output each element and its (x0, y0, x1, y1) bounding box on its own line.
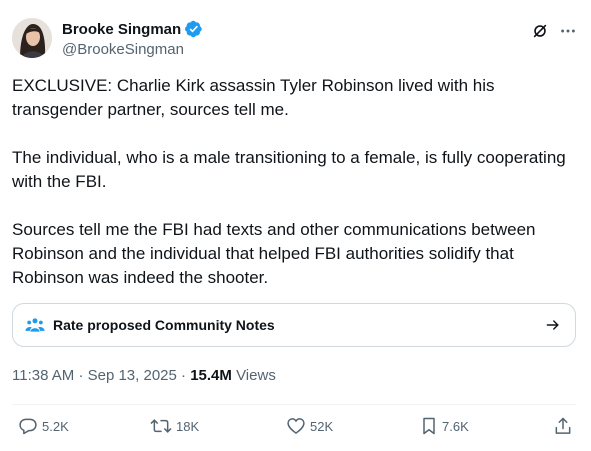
community-notes-icon (25, 316, 45, 334)
share-button[interactable] (553, 416, 573, 436)
repost-count: 18K (176, 418, 200, 434)
views-count: 15.4M (190, 367, 232, 384)
grok-icon[interactable] (531, 22, 549, 40)
reply-icon (18, 416, 38, 436)
verified-badge-icon (185, 20, 203, 38)
meta-separator: · (78, 367, 84, 384)
tweet: Brooke Singman @BrookeSingman EXCLUSIVE:… (0, 0, 591, 451)
bookmark-count: 7.6K (442, 418, 469, 434)
repost-button[interactable]: 18K (150, 416, 199, 436)
top-actions (531, 22, 577, 40)
more-icon[interactable] (559, 22, 577, 40)
tweet-paragraph: EXCLUSIVE: Charlie Kirk assassin Tyler R… (12, 76, 495, 119)
tweet-time[interactable]: 11:38 AM (12, 367, 74, 384)
community-notes-label: Rate proposed Community Notes (53, 317, 275, 333)
arrow-right-icon (545, 317, 561, 333)
community-notes-button[interactable]: Rate proposed Community Notes (12, 303, 576, 347)
bookmark-button[interactable]: 7.6K (420, 416, 469, 436)
views-label: Views (236, 367, 276, 384)
tweet-date[interactable]: Sep 13, 2025 (88, 367, 177, 384)
name-row: Brooke Singman (62, 19, 203, 39)
divider (12, 404, 576, 405)
handle[interactable]: @BrookeSingman (62, 41, 203, 58)
tweet-meta: 11:38 AM · Sep 13, 2025 · 15.4M Views (12, 367, 276, 384)
like-button[interactable]: 52K (286, 416, 333, 436)
tweet-text: EXCLUSIVE: Charlie Kirk assassin Tyler R… (12, 74, 572, 290)
repost-icon (150, 416, 172, 436)
share-icon (553, 416, 573, 436)
action-bar: 5.2K 18K 52K 7.6K (0, 416, 591, 440)
tweet-paragraph: The individual, who is a male transition… (12, 148, 566, 191)
display-name[interactable]: Brooke Singman (62, 21, 181, 38)
like-icon (286, 416, 306, 436)
bookmark-icon (420, 416, 438, 436)
avatar[interactable] (12, 18, 52, 58)
like-count: 52K (310, 418, 334, 434)
reply-button[interactable]: 5.2K (18, 416, 69, 436)
meta-separator: · (181, 367, 187, 384)
author-info: Brooke Singman @BrookeSingman (62, 19, 203, 58)
reply-count: 5.2K (42, 418, 69, 434)
tweet-paragraph: Sources tell me the FBI had texts and ot… (12, 220, 536, 287)
